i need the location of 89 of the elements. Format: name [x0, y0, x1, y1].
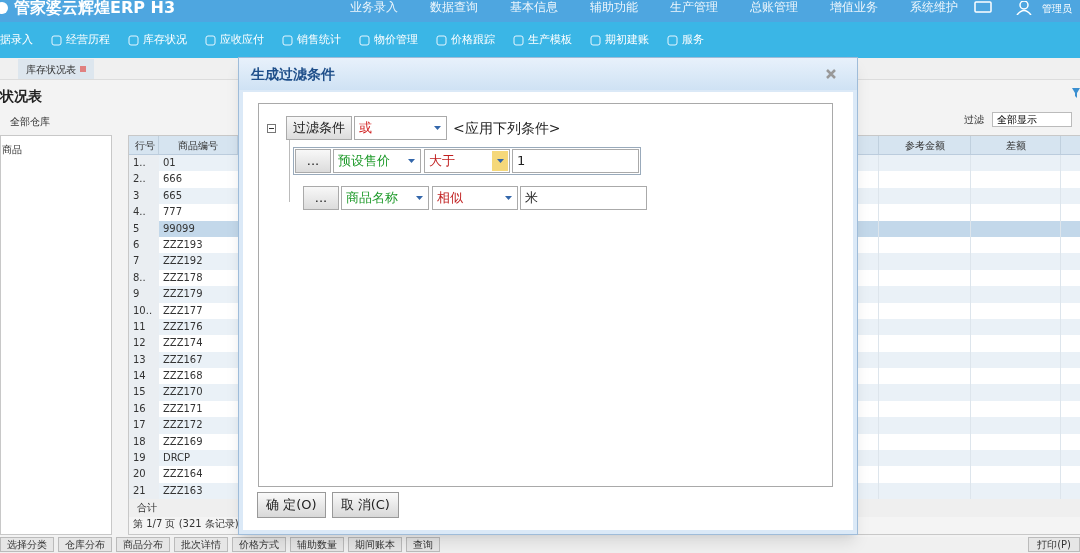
- caret-icon: [504, 196, 512, 200]
- table-cell-text: ZZZ163: [161, 483, 204, 498]
- row-number: 19: [129, 450, 159, 467]
- table-cell-text: ZZZ193: [161, 237, 204, 252]
- caret-icon: [433, 126, 441, 130]
- filter-group-button[interactable]: 过滤条件: [286, 116, 352, 140]
- table-cell-text: ZZZ192: [161, 254, 204, 269]
- close-button[interactable]: [825, 68, 837, 80]
- table-cell-text: ZZZ179: [161, 287, 204, 302]
- table-cell-text: ZZZ174: [161, 336, 204, 351]
- column-header: 行号: [129, 136, 159, 154]
- action-button[interactable]: 仓库分布: [58, 537, 112, 552]
- row-number: 1..: [129, 155, 159, 172]
- value-field[interactable]: 1: [512, 149, 639, 173]
- action-button[interactable]: 辅助数量: [290, 537, 344, 552]
- square-icon: [513, 34, 524, 46]
- table-cell-text: ZZZ164: [161, 467, 204, 482]
- table-cell-text: 666: [161, 172, 184, 187]
- row-number: 7: [129, 253, 159, 270]
- square-icon: [590, 34, 601, 46]
- more-button[interactable]: ...: [295, 149, 331, 173]
- table-cell-text: ZZZ176: [161, 319, 204, 334]
- report-title: 状况表: [0, 87, 42, 106]
- caret-icon: [407, 159, 415, 163]
- table-cell-text: ZZZ172: [161, 418, 204, 433]
- logic-dropdown[interactable]: 或: [354, 116, 447, 140]
- dialog-button[interactable]: 确 定(O): [257, 492, 326, 518]
- filter-field[interactable]: 全部显示: [992, 112, 1072, 127]
- group-hint: <应用下列条件>: [453, 118, 561, 138]
- table-cell-text: ZZZ169: [161, 434, 204, 449]
- table-cell-text: ZZZ167: [161, 352, 204, 367]
- filter-icon[interactable]: [1072, 88, 1080, 98]
- collapse-toggle[interactable]: [267, 123, 276, 133]
- square-icon: [128, 34, 139, 46]
- square-icon: [51, 34, 62, 46]
- row-number: 12: [129, 335, 159, 352]
- dialog-title: 生成过滤条件: [251, 64, 335, 84]
- table-cell-text: 665: [161, 188, 184, 203]
- column-header: 商品编号: [158, 136, 238, 154]
- action-button[interactable]: 查询: [406, 537, 440, 552]
- action-button[interactable]: 商品分布: [116, 537, 170, 552]
- more-button[interactable]: ...: [303, 186, 339, 210]
- close-icon: [825, 68, 837, 80]
- action-button[interactable]: 批次详情: [174, 537, 228, 552]
- logo-icon: [0, 1, 10, 15]
- table-cell-text: DRCP: [161, 451, 192, 466]
- print-button[interactable]: 打印(P): [1028, 537, 1080, 552]
- tree-header: 商品: [2, 143, 22, 157]
- column-header: 参考金额: [879, 136, 972, 154]
- pager-text: 第 1/7 页 (321 条记录): [133, 517, 239, 531]
- warehouse-label: 全部仓库: [10, 115, 50, 129]
- column-header: 差额: [971, 136, 1062, 154]
- action-button[interactable]: 期间账本: [348, 537, 402, 552]
- row-number: 9: [129, 286, 159, 303]
- operator-dropdown[interactable]: 相似: [432, 186, 518, 210]
- row-number: 20: [129, 466, 159, 483]
- value-field[interactable]: 米: [520, 186, 647, 210]
- caret-icon: [415, 196, 423, 200]
- row-number: 15: [129, 384, 159, 401]
- row-number: 14: [129, 368, 159, 385]
- report-tab[interactable]: 库存状况表: [18, 59, 94, 79]
- dialog-button[interactable]: 取 消(C): [331, 492, 399, 518]
- message-icon[interactable]: [974, 1, 992, 15]
- user-icon[interactable]: [1016, 1, 1034, 15]
- square-icon: [205, 34, 216, 46]
- caret-icon: [496, 159, 504, 163]
- table-cell-text: ZZZ168: [161, 369, 204, 384]
- field-dropdown[interactable]: 预设售价: [333, 149, 421, 173]
- square-icon: [436, 34, 447, 46]
- action-button[interactable]: 价格方式: [232, 537, 286, 552]
- field-dropdown[interactable]: 商品名称: [341, 186, 429, 210]
- table-cell-text: ZZZ170: [161, 385, 204, 400]
- filter-label: 过滤: [964, 113, 984, 127]
- row-number: 17: [129, 417, 159, 434]
- square-icon: [359, 34, 370, 46]
- row-number: 4..: [129, 204, 159, 221]
- table-cell-text: ZZZ178: [161, 270, 204, 285]
- square-icon: [667, 34, 678, 46]
- operator-dropdown[interactable]: 大于: [424, 149, 510, 173]
- minus-icon: [269, 125, 274, 131]
- table-cell-text: 99099: [161, 221, 196, 236]
- table-cell-text: 01: [161, 156, 177, 170]
- table-cell-text: 777: [161, 205, 184, 220]
- action-button[interactable]: 选择分类: [0, 537, 54, 552]
- row-number: 2..: [129, 171, 159, 188]
- total-label: 合计: [136, 501, 157, 516]
- table-cell-text: ZZZ177: [161, 303, 204, 318]
- table-cell-text: ZZZ171: [161, 401, 204, 416]
- square-icon: [282, 34, 293, 46]
